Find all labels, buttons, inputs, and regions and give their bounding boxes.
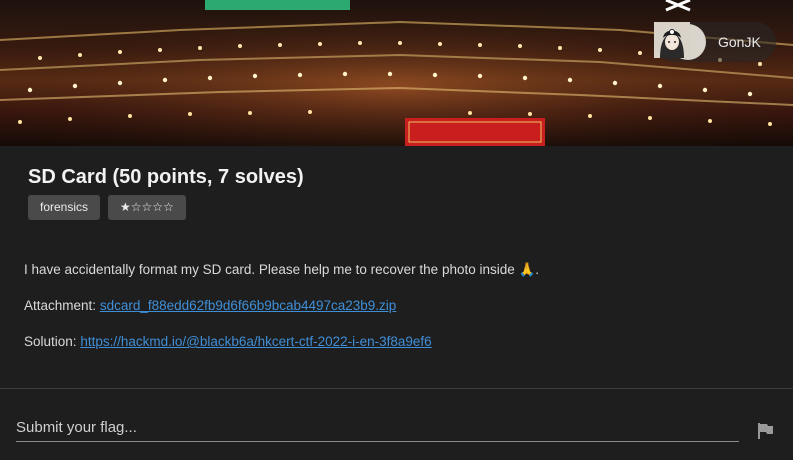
banner-image: GonJK: [0, 0, 793, 146]
challenge-tags: forensics ★☆☆☆☆: [28, 195, 186, 220]
flag-icon: [758, 423, 773, 439]
attachment-link[interactable]: sdcard_f88edd62fb9d6f66b9bcab4497ca23b9.…: [100, 298, 397, 313]
solution-label: Solution:: [24, 334, 77, 349]
challenge-title: SD Card (50 points, 7 solves): [28, 166, 304, 188]
flag-input[interactable]: [16, 413, 739, 442]
flag-submit-bar: [0, 389, 793, 460]
solution-line: Solution: https://hackmd.io/@blackb6a/hk…: [24, 334, 432, 349]
attachment-label: Attachment:: [24, 298, 97, 313]
challenge-panel: SD Card (50 points, 7 solves) forensics …: [0, 146, 793, 388]
avatar-icon: [654, 22, 706, 60]
tag-difficulty: ★☆☆☆☆: [108, 195, 186, 220]
challenge-description: I have accidentally format my SD card. P…: [24, 262, 540, 277]
username: GonJK: [718, 34, 761, 50]
solution-link[interactable]: https://hackmd.io/@blackb6a/hkcert-ctf-2…: [80, 334, 431, 349]
tag-category: forensics: [28, 195, 101, 220]
user-menu[interactable]: GonJK: [654, 22, 776, 62]
attachment-line: Attachment: sdcard_f88edd62fb9d6f66b9bca…: [24, 298, 396, 313]
submit-flag-button[interactable]: [756, 421, 776, 441]
